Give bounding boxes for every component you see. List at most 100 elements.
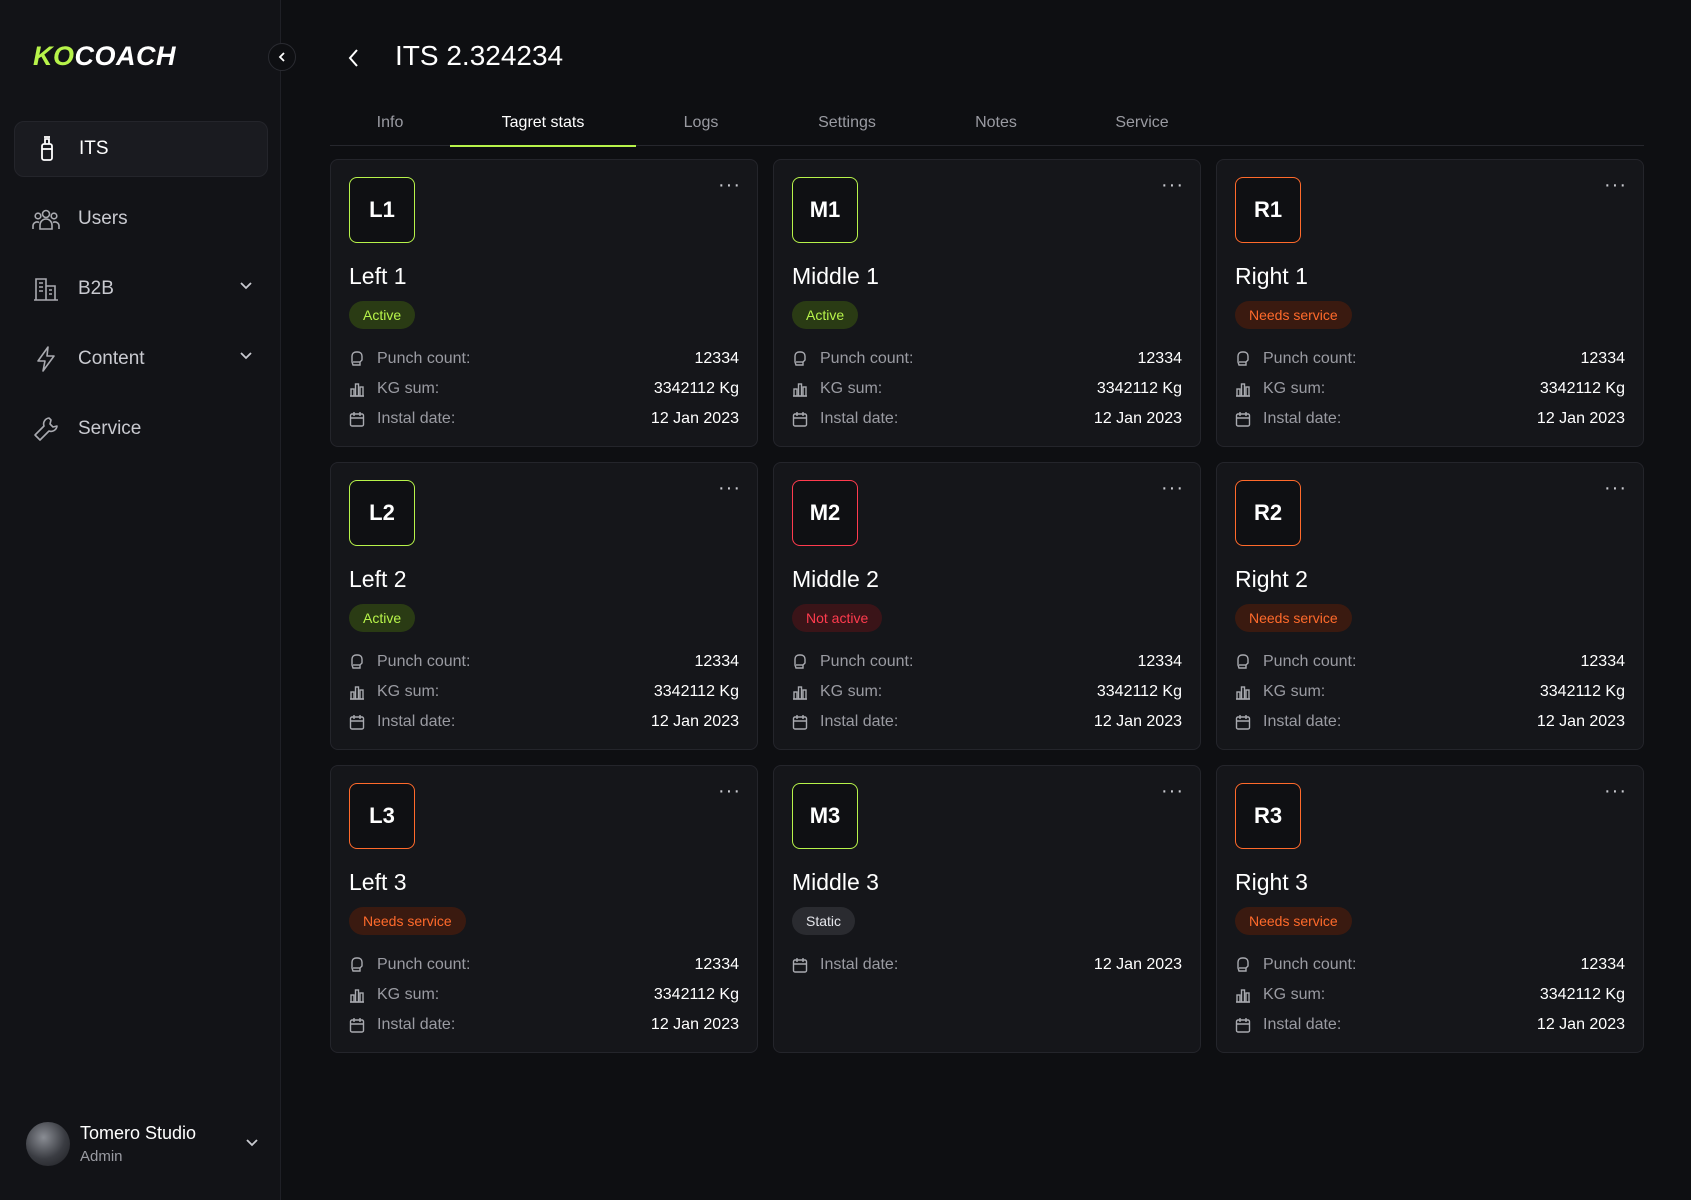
glove-icon (792, 654, 808, 670)
target-stats: Punch count: 12334 KG sum: 3342112 Kg In… (792, 647, 1182, 737)
stat-value: 3342112 Kg (653, 683, 739, 700)
target-card[interactable]: R3 ··· Right 3 Needs service Punch count… (1216, 765, 1644, 1053)
back-button[interactable] (342, 44, 366, 72)
avatar (26, 1122, 70, 1166)
more-options-icon[interactable]: ··· (718, 477, 741, 500)
stat-kg-sum: KG sum: 3342112 Kg (1235, 980, 1625, 1010)
target-stats: Punch count: 12334 KG sum: 3342112 Kg In… (349, 950, 739, 1040)
chevron-down-icon[interactable] (238, 347, 254, 363)
target-card[interactable]: L2 ··· Left 2 Active Punch count: 12334 … (330, 462, 758, 750)
sidebar-item-content[interactable]: Content (14, 331, 268, 387)
tab-service[interactable]: Service (1064, 100, 1220, 146)
more-options-icon[interactable]: ··· (718, 174, 741, 197)
stat-value: 3342112 Kg (653, 380, 739, 397)
target-title: Middle 2 (792, 566, 879, 592)
sidebar-item-label: Users (78, 208, 128, 229)
tab-target-stats[interactable]: Tagret stats (450, 100, 636, 147)
stat-install-date: Instal date: 12 Jan 2023 (349, 404, 739, 434)
target-code-badge: R2 (1235, 480, 1301, 546)
stat-value: 12334 (1580, 350, 1626, 367)
sidebar-item-service[interactable]: Service (14, 401, 268, 457)
sidebar-item-label: B2B (78, 278, 114, 299)
target-code-badge: M1 (792, 177, 858, 243)
calendar-icon (792, 714, 808, 730)
sidebar-item-users[interactable]: Users (14, 191, 268, 247)
stat-kg-sum: KG sum: 3342112 Kg (1235, 374, 1625, 404)
target-card[interactable]: M2 ··· Middle 2 Not active Punch count: … (773, 462, 1201, 750)
calendar-icon (792, 411, 808, 427)
stat-label: Instal date: (1263, 410, 1342, 427)
bar-chart-icon (1235, 987, 1251, 1003)
stat-value: 12 Jan 2023 (1536, 410, 1625, 427)
tab-notes[interactable]: Notes (928, 100, 1064, 146)
target-card[interactable]: L3 ··· Left 3 Needs service Punch count:… (330, 765, 758, 1053)
target-card[interactable]: R1 ··· Right 1 Needs service Punch count… (1216, 159, 1644, 447)
target-title: Middle 3 (792, 869, 879, 895)
stat-install-date: Instal date: 12 Jan 2023 (792, 404, 1182, 434)
stat-label: Instal date: (377, 713, 456, 730)
stat-label: Punch count: (377, 956, 471, 973)
stat-value: 12 Jan 2023 (650, 410, 739, 427)
stat-install-date: Instal date: 12 Jan 2023 (1235, 1010, 1625, 1040)
more-options-icon[interactable]: ··· (1604, 780, 1627, 803)
sidebar-item-its[interactable]: ITS (14, 121, 268, 177)
target-title: Left 3 (349, 869, 407, 895)
stat-label: KG sum: (820, 380, 883, 397)
more-options-icon[interactable]: ··· (1161, 174, 1184, 197)
target-stats: Punch count: 12334 KG sum: 3342112 Kg In… (1235, 647, 1625, 737)
target-card[interactable]: M3 ··· Middle 3 Static Instal date: 12 J… (773, 765, 1201, 1053)
status-badge: Needs service (1235, 907, 1352, 935)
stat-label: Punch count: (820, 350, 914, 367)
tab-logs[interactable]: Logs (636, 100, 766, 146)
glove-icon (349, 654, 365, 670)
stat-value: 12334 (1580, 653, 1626, 670)
more-options-icon[interactable]: ··· (1161, 780, 1184, 803)
more-options-icon[interactable]: ··· (1604, 174, 1627, 197)
user-menu[interactable]: Tomero Studio Admin (26, 1118, 266, 1170)
glove-icon (1235, 654, 1251, 670)
stat-label: Instal date: (820, 713, 899, 730)
stat-label: Punch count: (1263, 956, 1357, 973)
kocoach-logo[interactable]: KO COACH (33, 40, 176, 72)
stat-label: Punch count: (820, 653, 914, 670)
status-badge: Active (349, 604, 416, 632)
glove-icon (792, 351, 808, 367)
target-card[interactable]: M1 ··· Middle 1 Active Punch count: 1233… (773, 159, 1201, 447)
collapse-sidebar-button[interactable] (268, 43, 296, 71)
chevron-down-icon[interactable] (238, 277, 254, 293)
stat-label: Punch count: (377, 653, 471, 670)
target-card[interactable]: L1 ··· Left 1 Active Punch count: 12334 … (330, 159, 758, 447)
stat-kg-sum: KG sum: 3342112 Kg (792, 374, 1182, 404)
stat-punch-count: Punch count: 12334 (1235, 950, 1625, 980)
stat-value: 12334 (694, 350, 740, 367)
stat-value: 12334 (694, 653, 740, 670)
more-options-icon[interactable]: ··· (1604, 477, 1627, 500)
status-badge: Active (792, 301, 859, 329)
stat-value: 12 Jan 2023 (1093, 956, 1182, 973)
stat-value: 12 Jan 2023 (1093, 410, 1182, 427)
calendar-icon (349, 411, 365, 427)
target-cards-grid: L1 ··· Left 1 Active Punch count: 12334 … (330, 159, 1644, 1053)
target-stats: Punch count: 12334 KG sum: 3342112 Kg In… (792, 344, 1182, 434)
target-card[interactable]: R2 ··· Right 2 Needs service Punch count… (1216, 462, 1644, 750)
target-title: Middle 1 (792, 263, 879, 289)
stat-value: 12 Jan 2023 (1093, 713, 1182, 730)
status-badge: Needs service (349, 907, 466, 935)
more-options-icon[interactable]: ··· (718, 780, 741, 803)
logo-coach: COACH (74, 40, 176, 71)
sidebar-item-b2b[interactable]: B2B (14, 261, 268, 317)
target-stats: Instal date: 12 Jan 2023 (792, 950, 1182, 980)
chevron-down-icon[interactable] (244, 1134, 260, 1150)
glove-icon (349, 957, 365, 973)
user-role: Admin (80, 1148, 123, 1165)
target-stats: Punch count: 12334 KG sum: 3342112 Kg In… (1235, 344, 1625, 434)
stat-label: Instal date: (1263, 713, 1342, 730)
tab-settings[interactable]: Settings (766, 100, 928, 146)
stat-install-date: Instal date: 12 Jan 2023 (349, 707, 739, 737)
tab-info[interactable]: Info (330, 100, 450, 146)
target-stats: Punch count: 12334 KG sum: 3342112 Kg In… (349, 344, 739, 434)
stat-punch-count: Punch count: 12334 (349, 647, 739, 677)
stat-label: KG sum: (820, 683, 883, 700)
more-options-icon[interactable]: ··· (1161, 477, 1184, 500)
stat-punch-count: Punch count: 12334 (349, 950, 739, 980)
